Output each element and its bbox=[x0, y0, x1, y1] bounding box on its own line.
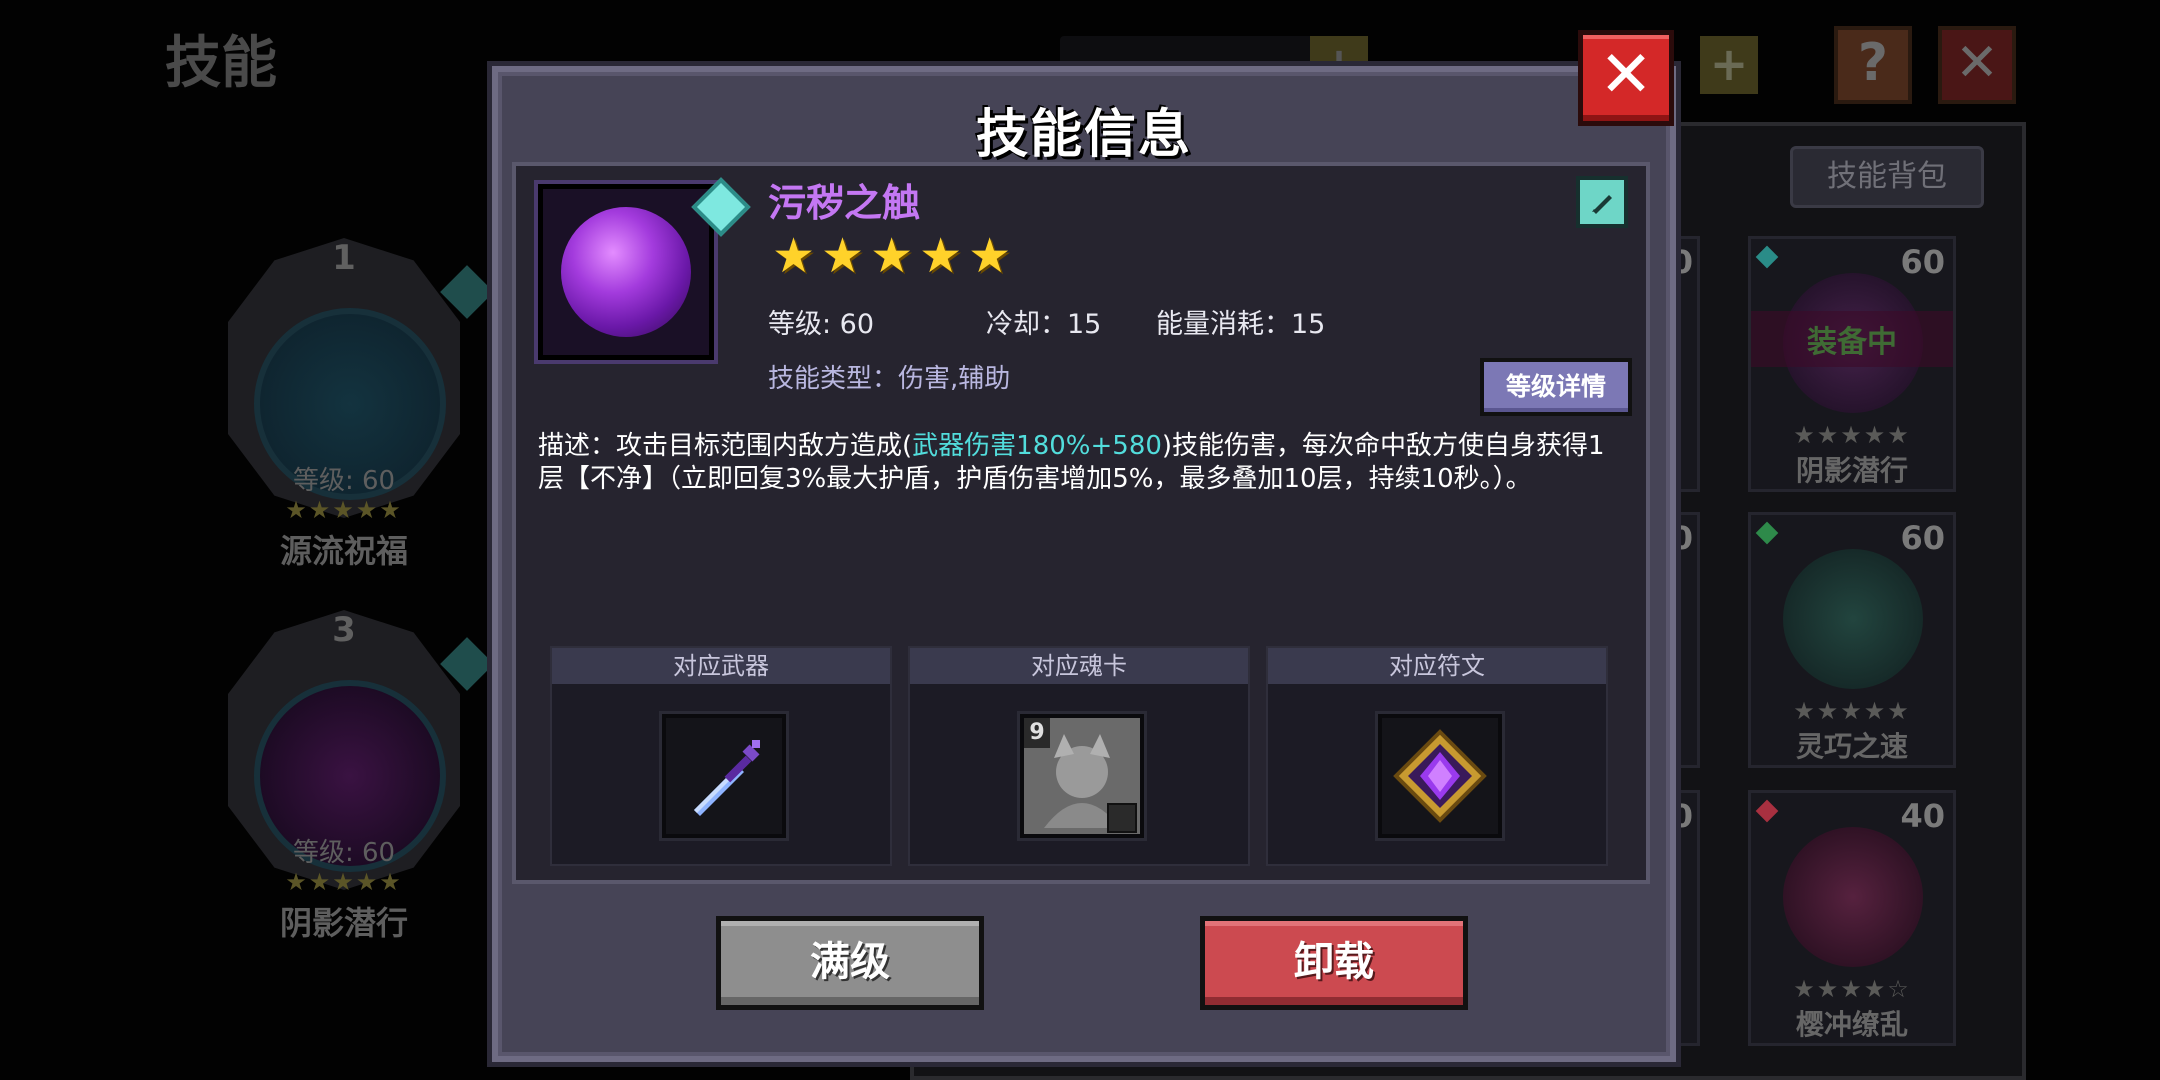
card-stars: ★★★★★ bbox=[1793, 421, 1911, 449]
skill-slot-1[interactable]: 1 等级: 60 ★★★★★ 源流祝福 bbox=[198, 238, 494, 578]
unequip-button[interactable]: 卸载 bbox=[1200, 916, 1468, 1010]
card-name: 樱冲缭乱 bbox=[1795, 1008, 1908, 1041]
dialog-close-button[interactable]: ✕ bbox=[1578, 30, 1674, 126]
gem-icon bbox=[1755, 245, 1779, 269]
card-name: 灵巧之速 bbox=[1795, 730, 1908, 763]
soul-card-badge: 9 bbox=[1024, 718, 1050, 748]
slot-number: 3 bbox=[332, 610, 356, 650]
skill-type: 技能类型：伤害,辅助 bbox=[768, 364, 1011, 394]
skill-cooldown: 冷却：15 bbox=[986, 309, 1102, 340]
page-title: 技能 bbox=[165, 31, 277, 96]
related-soul-card-label: 对应魂卡 bbox=[910, 648, 1248, 684]
skill-icon-frame bbox=[538, 184, 714, 360]
slot-number: 1 bbox=[332, 238, 356, 278]
card-name: 阴影潜行 bbox=[1795, 454, 1908, 487]
max-level-button[interactable]: 满级 bbox=[716, 916, 984, 1010]
slot-name: 源流祝福 bbox=[279, 532, 408, 570]
skill-energy-cost: 能量消耗：15 bbox=[1156, 309, 1326, 340]
slot-stars: ★★★★★ bbox=[285, 496, 403, 524]
related-rune-section: 对应符文 bbox=[1266, 646, 1608, 866]
skill-card[interactable]: 60 ★★★★★ 灵巧之速 bbox=[1748, 512, 1956, 768]
skill-icon bbox=[1783, 827, 1923, 967]
soul-card-slot[interactable]: 9 bbox=[1020, 714, 1144, 838]
card-stars: ★★★★☆ bbox=[1793, 975, 1911, 1003]
skill-card[interactable]: 60 装备中 ★★★★★ 阴影潜行 bbox=[1748, 236, 1956, 492]
slot-level: 等级: 60 bbox=[292, 466, 396, 496]
gem-icon bbox=[1755, 799, 1779, 823]
pencil-icon bbox=[1592, 195, 1612, 214]
card-level: 60 bbox=[1900, 243, 1945, 281]
slot-name: 阴影潜行 bbox=[279, 904, 408, 942]
description-prefix: 描述：攻击目标范围内敌方造成( bbox=[538, 431, 913, 461]
card-level: 60 bbox=[1900, 519, 1945, 557]
skill-name: 污秽之触 bbox=[768, 181, 921, 225]
skill-orb-icon bbox=[561, 207, 691, 337]
dialog-title: 技能信息 bbox=[975, 105, 1192, 165]
level-details-button[interactable]: 等级详情 bbox=[1480, 358, 1632, 416]
skill-slot-3[interactable]: 3 等级: 60 ★★★★★ 阴影潜行 bbox=[198, 610, 494, 950]
related-soul-card-section: 对应魂卡 9 bbox=[908, 646, 1250, 866]
skill-card[interactable]: 40 ★★★★☆ 樱冲缭乱 bbox=[1748, 790, 1956, 1046]
card-level: 40 bbox=[1900, 797, 1945, 835]
related-rune-label: 对应符文 bbox=[1268, 648, 1606, 684]
sword-icon bbox=[694, 740, 760, 816]
related-weapon-section: 对应武器 bbox=[550, 646, 892, 866]
weapon-slot[interactable] bbox=[662, 714, 786, 838]
rune-icon bbox=[1393, 729, 1487, 823]
tab-skill-bag[interactable]: 技能背包 bbox=[1790, 146, 1984, 208]
add-resource-button-2[interactable]: + bbox=[1700, 36, 1758, 94]
gem-icon bbox=[1755, 521, 1779, 545]
card-stars: ★★★★★ bbox=[1793, 697, 1911, 725]
edit-button[interactable] bbox=[1576, 176, 1628, 228]
equipped-badge: 装备中 bbox=[1751, 311, 1953, 367]
description-highlight: 武器伤害180%+580 bbox=[912, 431, 1162, 461]
help-button[interactable]: ? bbox=[1834, 26, 1912, 104]
skill-level: 等级: 60 bbox=[768, 309, 875, 340]
skill-description: 描述：攻击目标范围内敌方造成(武器伤害180%+580)技能伤害，每次命中敌方使… bbox=[538, 430, 1628, 496]
main-close-button[interactable]: ✕ bbox=[1938, 26, 2016, 104]
skill-stars: ★★★★★ bbox=[772, 228, 1018, 284]
slot-stars: ★★★★★ bbox=[285, 868, 403, 896]
slot-level: 等级: 60 bbox=[292, 838, 396, 868]
related-weapon-label: 对应武器 bbox=[552, 648, 890, 684]
rune-slot[interactable] bbox=[1378, 714, 1502, 838]
skill-icon bbox=[1783, 549, 1923, 689]
